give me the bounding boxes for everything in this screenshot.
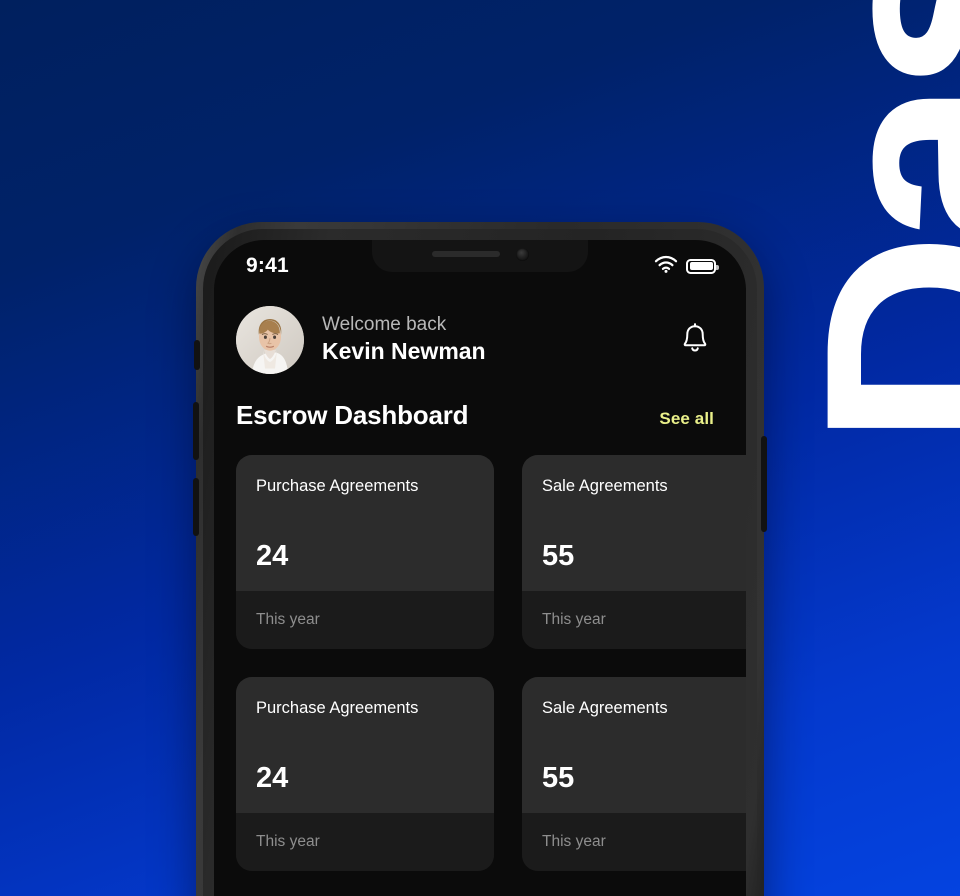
avatar[interactable]: [236, 306, 304, 374]
phone-screen: 9:41 Welcome back Kevin Newman Escrow Da…: [214, 240, 746, 896]
stat-card-body: Purchase Agreements 24: [236, 455, 494, 591]
stat-card-footer: This year: [522, 813, 746, 871]
power-button[interactable]: [761, 436, 767, 532]
battery-icon: [686, 258, 719, 274]
status-bar-indicators: [654, 255, 719, 278]
stat-card-period: This year: [542, 611, 606, 628]
mockup-stage: Dashboard 9:41: [0, 0, 960, 896]
mute-switch[interactable]: [194, 340, 200, 370]
stats-card-grid: Purchase Agreements 24 This year Sale Ag…: [214, 431, 746, 871]
bell-icon: [680, 322, 710, 359]
notifications-button[interactable]: [676, 321, 714, 359]
status-bar-time: 9:41: [246, 254, 289, 277]
page-title: Escrow Dashboard: [236, 400, 469, 430]
stat-card-period: This year: [542, 833, 606, 850]
battery-fill: [689, 262, 713, 270]
greeting-label: Welcome back: [322, 313, 447, 335]
volume-up-button[interactable]: [193, 402, 199, 460]
stat-card-title: Purchase Agreements: [256, 477, 419, 495]
status-bar: 9:41: [214, 240, 746, 288]
stat-card[interactable]: Purchase Agreements 24 This year: [236, 455, 494, 649]
stat-card-value: 55: [542, 762, 575, 794]
stat-card[interactable]: Purchase Agreements 24 This year: [236, 677, 494, 871]
stat-card-title: Purchase Agreements: [256, 699, 419, 717]
stat-card-body: Sale Agreements 55: [522, 455, 746, 591]
background-wordmark: Dashboard: [762, 0, 960, 448]
stat-card[interactable]: Sale Agreements 55 This year: [522, 455, 746, 649]
app-content: Welcome back Kevin Newman Escrow Dashboa…: [214, 288, 746, 896]
stat-card[interactable]: Sale Agreements 55 This year: [522, 677, 746, 871]
section-header: Escrow Dashboard See all: [214, 374, 746, 431]
stat-card-period: This year: [256, 611, 320, 628]
user-name: Kevin Newman: [322, 338, 486, 365]
stat-card-value: 24: [256, 540, 289, 572]
stat-card-value: 55: [542, 540, 575, 572]
wifi-icon: [654, 255, 678, 278]
stat-card-title: Sale Agreements: [542, 699, 668, 717]
volume-down-button[interactable]: [193, 478, 199, 536]
stat-card-value: 24: [256, 762, 289, 794]
phone-device: 9:41 Welcome back Kevin Newman Escrow Da…: [193, 222, 767, 896]
stat-card-title: Sale Agreements: [542, 477, 668, 495]
stat-card-period: This year: [256, 833, 320, 850]
stat-card-footer: This year: [522, 591, 746, 649]
app-header: Welcome back Kevin Newman: [214, 288, 746, 374]
greeting-block: Welcome back Kevin Newman: [322, 313, 676, 368]
stat-card-body: Purchase Agreements 24: [236, 677, 494, 813]
stat-card-body: Sale Agreements 55: [522, 677, 746, 813]
stat-card-footer: This year: [236, 591, 494, 649]
stat-card-footer: This year: [236, 813, 494, 871]
see-all-link[interactable]: See all: [659, 409, 714, 429]
